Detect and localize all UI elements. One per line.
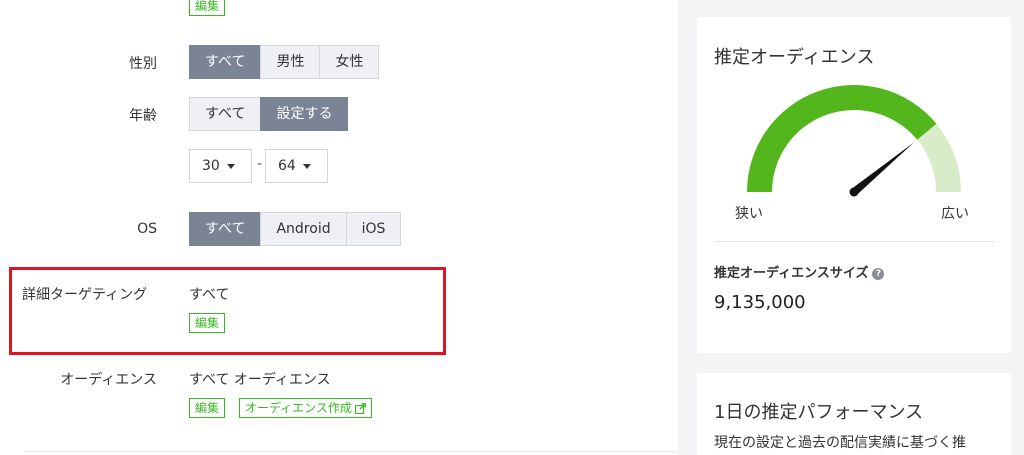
os-label: OS	[137, 221, 157, 237]
create-audience-button[interactable]: オーディエンス作成	[239, 398, 372, 418]
age-label: 年齢	[129, 108, 157, 124]
gauge-needle	[851, 142, 915, 196]
os-option-android[interactable]: Android	[260, 212, 347, 246]
edit-button-top[interactable]: 編集	[189, 0, 226, 16]
targeting-form: 編集 性別 すべて 男性 女性 年齢 すべて 設定する 30 - 64 OS す…	[0, 0, 678, 455]
gender-segmented-control: すべて 男性 女性	[189, 45, 380, 79]
gauge-filled-arc	[747, 84, 937, 192]
gender-label: 性別	[129, 56, 157, 72]
age-option-custom[interactable]: 設定する	[260, 97, 349, 131]
gender-option-male[interactable]: 男性	[260, 45, 321, 79]
help-icon[interactable]: ?	[872, 268, 885, 280]
age-max-value: 64	[278, 158, 296, 174]
gauge-needle-hub	[849, 187, 859, 197]
create-audience-label: オーディエンス作成	[245, 401, 352, 415]
section-divider	[24, 451, 676, 452]
gender-option-all[interactable]: すべて	[189, 45, 262, 79]
audience-size-value: 9,135,000	[714, 292, 806, 313]
gauge-narrow-label: 狭い	[735, 206, 763, 222]
gauge-wide-label: 広い	[941, 206, 969, 222]
audience-edit-button[interactable]: 編集	[189, 398, 226, 418]
audience-value: すべて オーディエンス	[189, 372, 331, 388]
gender-option-female[interactable]: 女性	[319, 45, 380, 79]
detailed-targeting-label: 詳細ターゲティング	[22, 287, 148, 303]
daily-performance-title: 1日の推定パフォーマンス	[714, 402, 924, 423]
audience-size-label-row: 推定オーディエンスサイズ?	[714, 262, 885, 281]
detailed-targeting-edit-button[interactable]: 編集	[189, 313, 226, 333]
estimated-audience-title: 推定オーディエンス	[714, 47, 875, 68]
estimated-audience-card: 推定オーディエンス 狭い 広い 推定オーディエンスサイズ? 9,135,000	[697, 17, 1011, 353]
detailed-targeting-value: すべて	[189, 287, 230, 303]
external-link-icon	[354, 402, 366, 414]
daily-performance-card: 1日の推定パフォーマンス 現在の設定と過去の配信実績に基づく推	[697, 373, 1011, 455]
age-option-all[interactable]: すべて	[189, 97, 262, 131]
chevron-down-icon	[302, 163, 311, 169]
os-option-ios[interactable]: iOS	[345, 212, 402, 246]
age-min-value: 30	[202, 158, 220, 174]
card-divider	[714, 241, 995, 242]
age-max-dropdown[interactable]: 64	[265, 149, 328, 183]
audience-gauge	[747, 84, 961, 197]
daily-performance-description: 現在の設定と過去の配信実績に基づく推	[714, 435, 966, 451]
age-min-dropdown[interactable]: 30	[189, 149, 252, 183]
os-segmented-control: すべて Android iOS	[189, 212, 402, 246]
age-range-separator: -	[257, 156, 263, 172]
os-option-all[interactable]: すべて	[189, 212, 262, 246]
age-segmented-control: すべて 設定する	[189, 97, 349, 131]
audience-size-label: 推定オーディエンスサイズ	[714, 266, 869, 281]
detailed-targeting-highlight	[9, 267, 446, 355]
audience-label: オーディエンス	[60, 372, 157, 388]
chevron-down-icon	[226, 163, 235, 169]
